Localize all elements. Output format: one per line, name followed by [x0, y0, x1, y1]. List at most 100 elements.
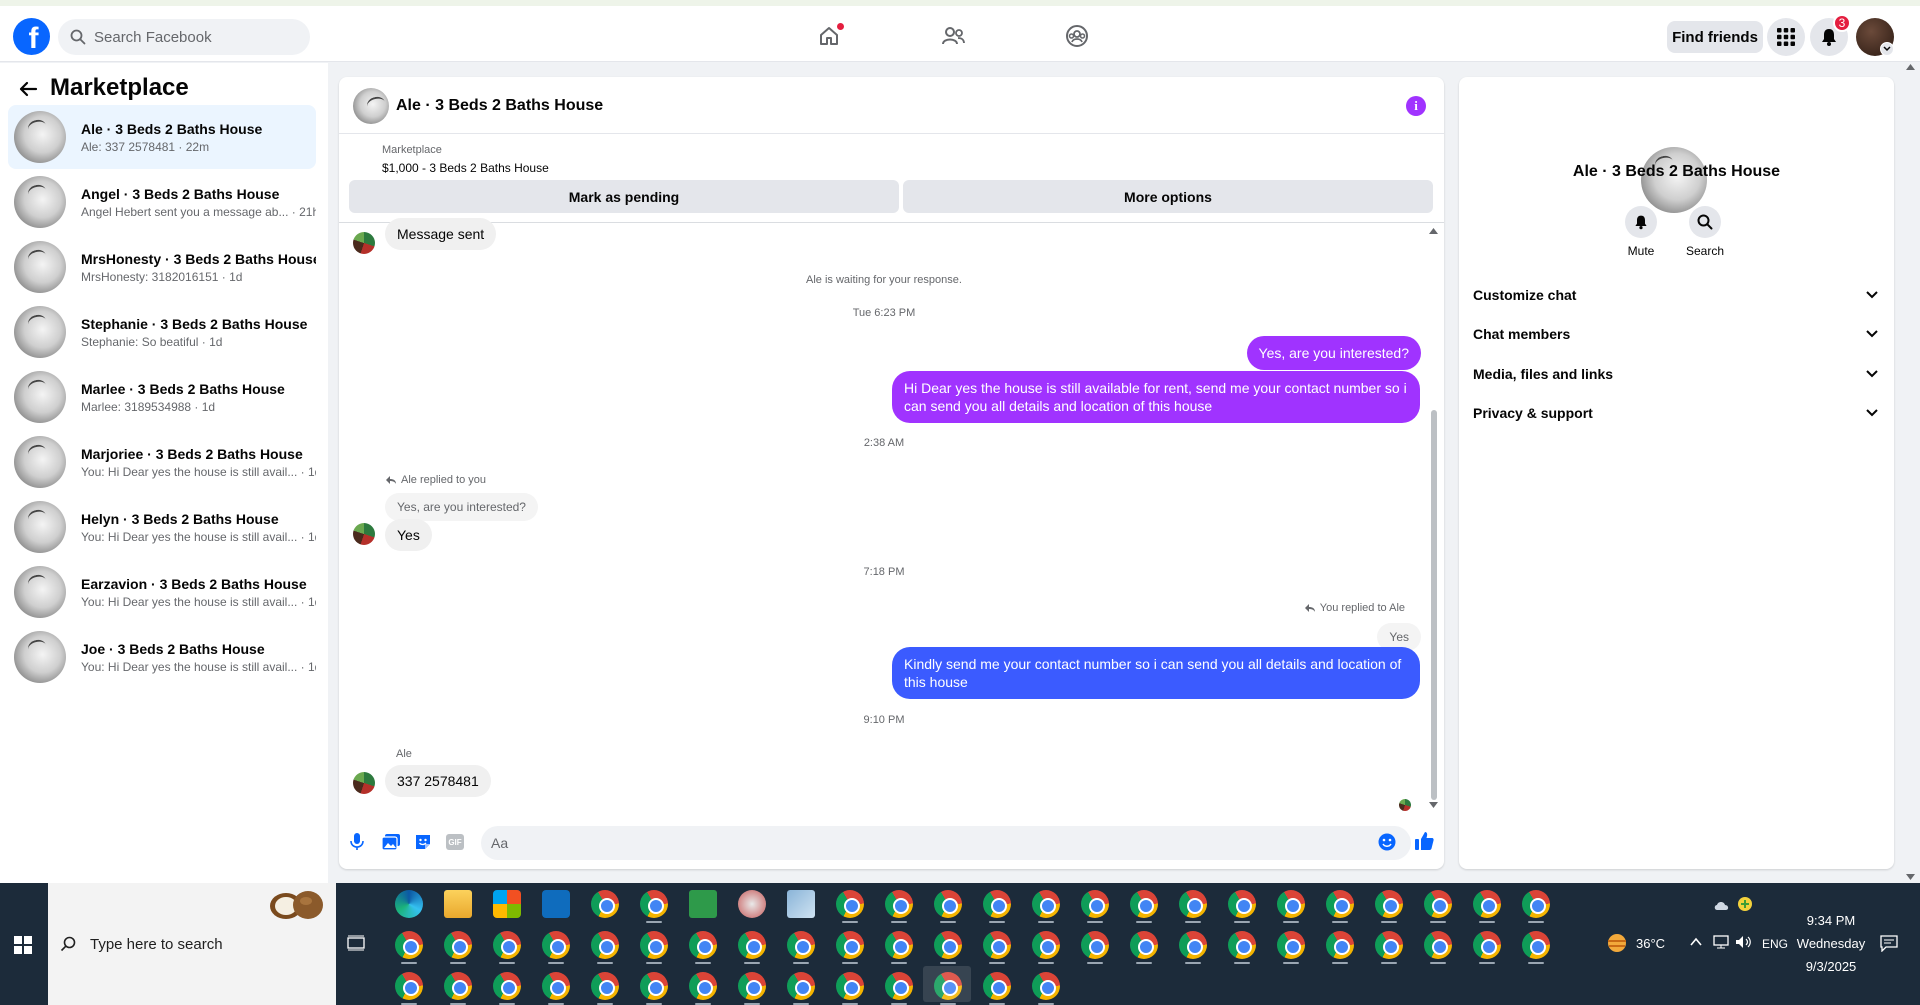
- chrome-window-icon[interactable]: [1032, 890, 1060, 923]
- chrome-window-icon[interactable]: [787, 931, 815, 964]
- chrome-window-icon[interactable]: [542, 972, 570, 1005]
- facebook-search-input[interactable]: [94, 28, 294, 46]
- microsoft-store-app-icon[interactable]: [493, 890, 521, 918]
- facebook-search-box[interactable]: [58, 19, 310, 55]
- chrome-window-icon[interactable]: [836, 972, 864, 1005]
- chrome-window-icon[interactable]: [689, 931, 717, 964]
- chrome-window-icon[interactable]: [983, 931, 1011, 964]
- spreadsheet-app-icon[interactable]: [689, 890, 717, 918]
- chrome-window-icon[interactable]: [1522, 931, 1550, 964]
- quoted-message[interactable]: Yes, are you interested?: [385, 493, 538, 521]
- chat-header-avatar[interactable]: [353, 88, 389, 124]
- clock-date[interactable]: 9/3/2025: [1790, 959, 1872, 974]
- more-options-button[interactable]: More options: [903, 180, 1433, 213]
- chrome-window-icon[interactable]: [1179, 890, 1207, 923]
- chrome-window-icon[interactable]: [1228, 931, 1256, 964]
- chrome-window-icon[interactable]: [1032, 931, 1060, 964]
- chrome-window-icon[interactable]: [836, 931, 864, 964]
- chrome-window-icon[interactable]: [1081, 931, 1109, 964]
- chrome-window-icon[interactable]: [542, 931, 570, 964]
- chrome-window-icon[interactable]: [493, 972, 521, 1005]
- edge-app-icon[interactable]: [395, 890, 423, 918]
- privacy-support-section[interactable]: Privacy & support: [1473, 398, 1878, 428]
- attach-photo-button[interactable]: [381, 832, 401, 852]
- chrome-app-icon[interactable]: [591, 890, 619, 918]
- customize-chat-section[interactable]: Customize chat: [1473, 280, 1878, 310]
- chrome-window-icon[interactable]: [640, 931, 668, 964]
- conversation-item[interactable]: Earzavion · 3 Beds 2 Baths House You: Hi …: [8, 560, 316, 624]
- chevron-up-icon[interactable]: [1690, 937, 1702, 947]
- chrome-window-icon[interactable]: [1032, 972, 1060, 1005]
- conversation-item[interactable]: MrsHonesty · 3 Beds 2 Baths House MrsHone…: [8, 235, 316, 299]
- conversation-item[interactable]: Marlee · 3 Beds 2 Baths House Marlee: 318…: [8, 365, 316, 429]
- listing-price[interactable]: $1,000 - 3 Beds 2 Baths House: [382, 161, 549, 175]
- outlook-app-icon[interactable]: [542, 890, 570, 918]
- app-tray-icon[interactable]: [1737, 896, 1753, 912]
- incoming-message[interactable]: Message sent: [385, 218, 497, 250]
- weather-icon[interactable]: [1604, 932, 1630, 954]
- chrome-window-icon[interactable]: [934, 890, 962, 923]
- chrome-window-icon[interactable]: [493, 931, 521, 964]
- chrome-window-icon[interactable]: [1326, 890, 1354, 923]
- friends-nav-button[interactable]: [936, 22, 970, 50]
- network-icon[interactable]: [1713, 935, 1729, 949]
- notepad-app-icon[interactable]: [787, 890, 815, 918]
- voice-clip-button[interactable]: [347, 832, 367, 852]
- chrome-window-icon[interactable]: [1228, 890, 1256, 923]
- chrome-window-icon[interactable]: [395, 972, 423, 1005]
- sticker-button[interactable]: [413, 832, 433, 852]
- chrome-window-icon[interactable]: [444, 931, 472, 964]
- incoming-message[interactable]: 337 2578481: [385, 765, 491, 797]
- gif-button[interactable]: GIF: [445, 832, 465, 852]
- chat-scroll-thumb[interactable]: [1431, 410, 1437, 800]
- temperature[interactable]: 36°C: [1636, 936, 1665, 951]
- volume-icon[interactable]: [1735, 935, 1753, 949]
- network-cloud-icon[interactable]: [1713, 898, 1731, 912]
- paint-app-icon[interactable]: [738, 890, 766, 918]
- chrome-window-icon[interactable]: [1130, 931, 1158, 964]
- start-button[interactable]: [8, 930, 38, 960]
- chrome-window-icon[interactable]: [689, 972, 717, 1005]
- menu-button[interactable]: [1767, 18, 1805, 56]
- chrome-window-icon[interactable]: [836, 890, 864, 923]
- outgoing-message[interactable]: Hi Dear yes the house is still available…: [892, 371, 1420, 423]
- chrome-window-icon[interactable]: [885, 890, 913, 923]
- chrome-window-icon[interactable]: [1473, 931, 1501, 964]
- conversation-item[interactable]: Stephanie · 3 Beds 2 Baths House Stephani…: [8, 300, 316, 364]
- chrome-window-icon[interactable]: [1179, 931, 1207, 964]
- find-friends-button[interactable]: Find friends: [1667, 21, 1763, 53]
- chrome-window-icon[interactable]: [1277, 890, 1305, 923]
- outgoing-message[interactable]: Kindly send me your contact number so i …: [892, 647, 1420, 699]
- account-caret[interactable]: [1880, 42, 1894, 56]
- message-input[interactable]: [481, 826, 1411, 860]
- chrome-window-icon[interactable]: [885, 972, 913, 1005]
- like-button[interactable]: [1413, 830, 1435, 852]
- chrome-window-icon[interactable]: [591, 931, 619, 964]
- page-scrollbar[interactable]: [1900, 62, 1920, 882]
- outgoing-message[interactable]: Yes, are you interested?: [1246, 336, 1421, 370]
- notifications-center-icon[interactable]: [1880, 934, 1898, 952]
- search-in-conversation-button[interactable]: [1689, 206, 1721, 238]
- conversation-item[interactable]: Ale · 3 Beds 2 Baths House Ale: 337 25784…: [8, 105, 316, 169]
- chrome-window-icon[interactable]: [1424, 931, 1452, 964]
- chrome-window-icon[interactable]: [1375, 931, 1403, 964]
- chrome-window-icon[interactable]: [395, 931, 423, 964]
- chat-title[interactable]: Ale · 3 Beds 2 Baths House: [396, 97, 603, 115]
- clock-time[interactable]: 9:34 PM: [1790, 913, 1872, 928]
- chrome-window-icon[interactable]: [934, 931, 962, 964]
- chrome-window-icon[interactable]: [591, 972, 619, 1005]
- media-files-links-section[interactable]: Media, files and links: [1473, 359, 1878, 389]
- emoji-button[interactable]: [1377, 832, 1397, 852]
- facebook-logo[interactable]: f: [13, 18, 50, 55]
- task-view-button[interactable]: [347, 935, 371, 955]
- chrome-window-icon[interactable]: [1326, 931, 1354, 964]
- coconut-widget-icon[interactable]: [266, 886, 326, 922]
- back-button[interactable]: [16, 77, 40, 101]
- chrome-window-icon[interactable]: [1277, 931, 1305, 964]
- conversation-item[interactable]: Joe · 3 Beds 2 Baths House You: Hi Dear y…: [8, 625, 316, 689]
- clock-day[interactable]: Wednesday: [1790, 936, 1872, 951]
- chrome-window-icon[interactable]: [787, 972, 815, 1005]
- chrome-window-icon[interactable]: [444, 972, 472, 1005]
- conversation-item[interactable]: Marjoriee · 3 Beds 2 Baths House You: Hi …: [8, 430, 316, 494]
- mark-as-pending-button[interactable]: Mark as pending: [349, 180, 899, 213]
